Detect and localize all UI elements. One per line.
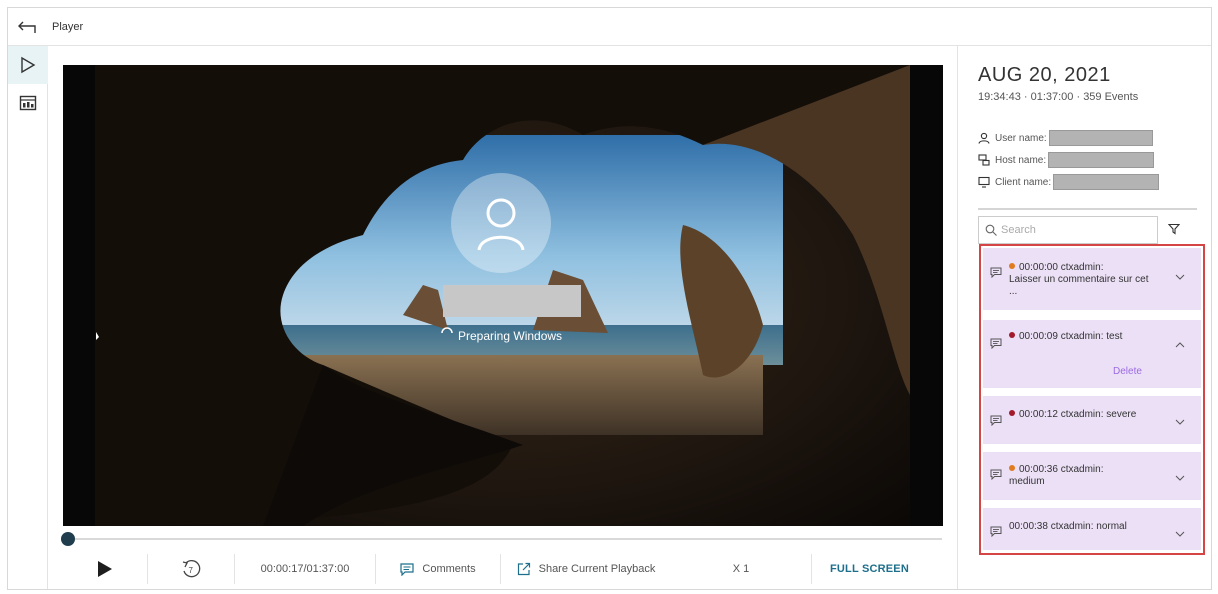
player-window: Player Preparing Windows 7 00:00:17/01:3… [7, 7, 1212, 590]
chevron-up-icon[interactable] [1175, 342, 1185, 348]
host-name-row: Host name: [978, 152, 1155, 168]
playback-progress-bar[interactable] [61, 532, 942, 546]
share-playback-button[interactable]: Share Current Playback [501, 554, 671, 584]
progress-knob[interactable] [61, 532, 76, 546]
svg-text:7: 7 [189, 566, 194, 575]
host-icon [978, 154, 990, 166]
event-time-user: 00:00:38 ctxadmin: normal [1009, 521, 1127, 532]
playback-speed-button[interactable]: X 1 [671, 554, 811, 584]
speed-label: X 1 [732, 563, 750, 575]
event-item-expanded[interactable]: 00:00:09 ctxadmin: test Delete [983, 320, 1201, 388]
comment-icon [990, 526, 1002, 537]
comment-icon [990, 415, 1002, 426]
comment-icon [990, 267, 1002, 278]
user-name-label: User name: [995, 132, 1047, 144]
event-time-user: 00:00:36 ctxadmin: [1019, 464, 1104, 475]
filter-button[interactable] [1167, 222, 1181, 240]
time-display: 00:00:17/01:37:00 [235, 554, 375, 584]
redacted-user-name [1048, 130, 1153, 146]
monitor-icon [978, 176, 990, 188]
rewind-7-icon: 7 [182, 560, 201, 578]
user-icon [978, 132, 990, 144]
share-label: Share Current Playback [538, 563, 656, 575]
comment-icon [990, 338, 1002, 349]
left-rail [8, 46, 48, 589]
chevron-down-icon[interactable] [1175, 475, 1185, 481]
play-icon [98, 561, 112, 577]
redacted-host-name [1048, 152, 1155, 168]
rewind-7s-button[interactable]: 7 [148, 554, 234, 584]
event-time-user: 00:00:00 ctxadmin: [1019, 262, 1104, 273]
time-label: 00:00:17/01:37:00 [260, 563, 350, 575]
user-name-row: User name: [978, 130, 1153, 146]
chevron-down-icon[interactable] [1175, 419, 1185, 425]
delete-button[interactable]: Delete [1113, 366, 1142, 377]
play-button[interactable] [63, 554, 147, 584]
section-divider [978, 208, 1197, 210]
event-list: 00:00:00 ctxadmin: Laisser un commentair… [979, 244, 1205, 555]
client-name-row: Client name: [978, 174, 1160, 190]
back-arrow-icon [18, 21, 36, 33]
event-time-user: 00:00:09 ctxadmin: test [1019, 331, 1123, 342]
search-box[interactable] [978, 216, 1158, 244]
comments-label: Comments [422, 563, 476, 575]
event-text: 00:00:38 ctxadmin: normal [1009, 521, 1159, 533]
fullscreen-label: FULL SCREEN [829, 563, 909, 575]
comment-icon [990, 469, 1002, 480]
redacted-client-name [1053, 174, 1160, 190]
top-bar: Player [8, 8, 1211, 46]
search-input[interactable] [1001, 224, 1151, 236]
event-time-user: 00:00:12 ctxadmin: severe [1019, 409, 1137, 420]
session-date: AUG 20, 2021 [978, 64, 1111, 86]
player-tab[interactable] [8, 46, 48, 84]
severity-dot [1009, 465, 1015, 471]
client-name-label: Client name: [995, 176, 1052, 188]
play-outline-icon [21, 56, 36, 74]
dashboard-icon [19, 95, 37, 111]
back-button[interactable] [8, 8, 48, 46]
session-screen-image [63, 65, 943, 526]
events-dashboard-tab[interactable] [8, 84, 48, 122]
event-text: 00:00:36 ctxadmin: medium [1009, 464, 1159, 488]
event-text: 00:00:12 ctxadmin: severe [1009, 409, 1159, 421]
session-video[interactable]: Preparing Windows [63, 65, 943, 526]
page-title: Player [52, 20, 84, 33]
filter-icon [1167, 223, 1181, 235]
comments-button[interactable]: Comments [376, 554, 500, 584]
event-comment: medium [1009, 476, 1045, 487]
severity-dot [1009, 410, 1015, 416]
severity-dot [1009, 332, 1015, 338]
chevron-down-icon[interactable] [1175, 274, 1185, 280]
event-text: 00:00:09 ctxadmin: test [1009, 331, 1159, 343]
severity-dot [1009, 263, 1015, 269]
chevron-down-icon[interactable] [1175, 531, 1185, 537]
event-text: 00:00:00 ctxadmin: Laisser un commentair… [1009, 262, 1159, 298]
event-item[interactable]: 00:00:38 ctxadmin: normal [983, 508, 1201, 550]
share-icon [517, 562, 530, 576]
search-icon [985, 224, 997, 236]
event-item[interactable]: 00:00:36 ctxadmin: medium [983, 452, 1201, 500]
session-meta: 19:34:43 · 01:37:00 · 359 Events [978, 91, 1139, 103]
event-item[interactable]: 00:00:00 ctxadmin: Laisser un commentair… [983, 248, 1201, 310]
preparing-windows-text: Preparing Windows [458, 329, 563, 343]
session-details-panel: AUG 20, 2021 19:34:43 · 01:37:00 · 359 E… [957, 46, 1211, 589]
playback-controls: 7 00:00:17/01:37:00 Comments Share Curre… [63, 546, 943, 592]
comment-icon [400, 562, 415, 576]
fullscreen-button[interactable]: FULL SCREEN [812, 554, 927, 584]
host-name-label: Host name: [995, 154, 1047, 166]
event-comment: Laisser un commentaire sur cet ... [1009, 274, 1149, 297]
event-item[interactable]: 00:00:12 ctxadmin: severe [983, 396, 1201, 444]
